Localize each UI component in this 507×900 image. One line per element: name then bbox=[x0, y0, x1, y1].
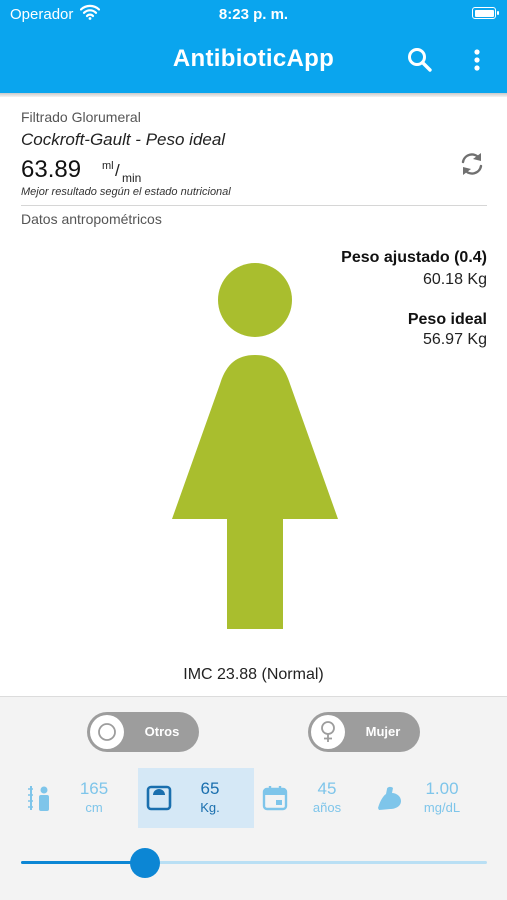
unit-numerator: ml bbox=[102, 160, 114, 172]
age-unit: años bbox=[312, 800, 342, 815]
app-bar-shadow bbox=[0, 93, 507, 97]
muscle-arm-icon bbox=[378, 786, 401, 810]
age-param[interactable]: 45 años bbox=[254, 768, 370, 828]
value-slider-fill bbox=[21, 861, 145, 864]
profile-toggle[interactable]: Otros bbox=[87, 712, 199, 752]
status-time: 8:23 p. m. bbox=[218, 6, 289, 23]
height-icon bbox=[28, 786, 49, 811]
battery-icon bbox=[472, 7, 499, 19]
sex-toggle-knob bbox=[311, 715, 345, 749]
weight-unit: Kg. bbox=[200, 800, 220, 815]
creatinine-param[interactable]: 1.00 mg/dL bbox=[370, 768, 487, 828]
result-note: Mejor resultado según el estado nutricio… bbox=[21, 186, 231, 198]
circle-outline-icon bbox=[98, 723, 116, 741]
profile-toggle-label: Otros bbox=[144, 724, 180, 739]
creatinine-unit: mg/dL bbox=[423, 800, 461, 815]
ideal-weight-value: 56.97 Kg bbox=[422, 331, 487, 348]
weight-param[interactable]: 65 Kg. bbox=[138, 768, 254, 828]
result-section-label: Filtrado Glorumeral bbox=[21, 109, 141, 125]
weight-value: 65 bbox=[200, 779, 220, 798]
adjusted-weight-value: 60.18 Kg bbox=[422, 271, 487, 288]
more-options-button[interactable] bbox=[466, 45, 488, 75]
unit-denominator: min bbox=[122, 171, 142, 185]
calendar-icon bbox=[262, 786, 288, 811]
value-slider-thumb[interactable] bbox=[130, 848, 160, 878]
height-value: 165 bbox=[79, 779, 109, 798]
sex-toggle[interactable]: Mujer bbox=[308, 712, 420, 752]
age-value: 45 bbox=[317, 779, 337, 798]
search-button[interactable] bbox=[405, 45, 435, 75]
scale-icon bbox=[146, 785, 172, 811]
female-symbol-icon bbox=[321, 721, 335, 742]
switch-formula-button[interactable] bbox=[458, 150, 486, 178]
search-icon bbox=[408, 48, 432, 72]
gfr-value: 63.89 bbox=[21, 156, 82, 183]
app-bar: Operador 8:23 p. m. AntibioticApp bbox=[0, 0, 507, 93]
formula-label[interactable]: Cockroft-Gault - Peso ideal bbox=[21, 130, 225, 150]
creatinine-value: 1.00 bbox=[425, 779, 459, 798]
anthropometric-section-label: Datos antropométricos bbox=[21, 211, 162, 227]
status-bar: Operador 8:23 p. m. bbox=[0, 0, 507, 30]
ideal-weight-label: Peso ideal bbox=[407, 311, 487, 328]
unit-slash: / bbox=[115, 161, 120, 180]
adjusted-weight-label: Peso ajustado (0.4) bbox=[341, 249, 487, 266]
more-vertical-icon bbox=[474, 49, 480, 71]
profile-toggle-knob bbox=[90, 715, 124, 749]
bmi-label: IMC 23.88 (Normal) bbox=[183, 666, 324, 683]
refresh-icon bbox=[461, 153, 483, 175]
female-figure-icon bbox=[172, 263, 338, 629]
height-param[interactable]: 165 cm bbox=[20, 768, 138, 828]
sex-toggle-label: Mujer bbox=[365, 724, 401, 739]
height-unit: cm bbox=[85, 800, 103, 815]
section-divider bbox=[21, 205, 487, 206]
